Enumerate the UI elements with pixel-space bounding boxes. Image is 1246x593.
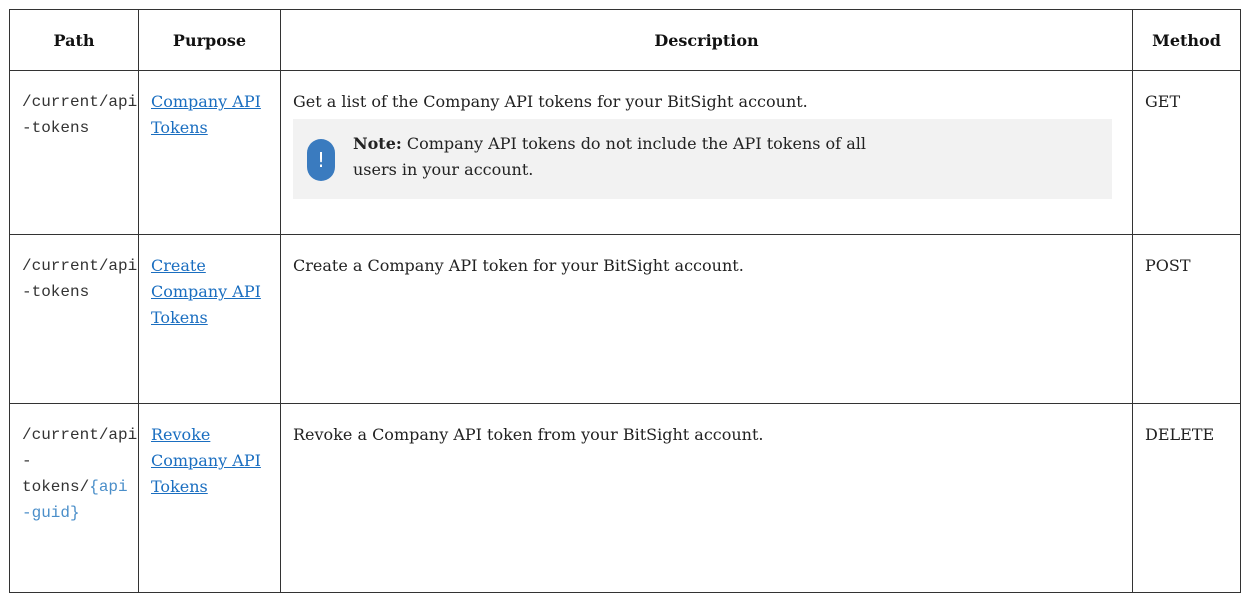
description-text: Create a Company API token for your BitS…: [293, 256, 744, 275]
path-cell: /current/api -tokens/{api -guid}: [9, 403, 139, 593]
purpose-cell: Revoke Company API Tokens: [138, 403, 281, 593]
description-cell: Get a list of the Company API tokens for…: [280, 70, 1133, 235]
path-text: -tokens: [22, 119, 90, 137]
revoke-company-api-tokens-link[interactable]: Revoke Company API Tokens: [151, 425, 261, 496]
description-text: Revoke a Company API token from your Bit…: [293, 425, 764, 444]
header-purpose: Purpose: [138, 9, 281, 71]
path-text: /current/api: [22, 257, 138, 275]
table-row: /current/api -tokens Create Company API …: [9, 234, 1241, 404]
path-text: -tokens/: [22, 452, 90, 496]
note-content: Note: Company API tokens do not include …: [353, 131, 873, 183]
description-cell: Create a Company API token for your BitS…: [280, 234, 1133, 404]
path-text: /current/api: [22, 93, 138, 111]
company-api-tokens-link[interactable]: Company API Tokens: [151, 92, 261, 137]
api-endpoints-table: Path Purpose Description Method /current…: [9, 9, 1241, 593]
path-text: /current/api: [22, 426, 138, 444]
path-text: -tokens: [22, 283, 90, 301]
table-row: /current/api -tokens Company API Tokens …: [9, 70, 1241, 235]
header-path: Path: [9, 9, 139, 71]
purpose-cell: Company API Tokens: [138, 70, 281, 235]
method-cell: GET: [1132, 70, 1241, 235]
method-cell: DELETE: [1132, 403, 1241, 593]
path-cell: /current/api -tokens: [9, 70, 139, 235]
path-text-with-param: -tokens/{api: [22, 448, 128, 500]
note-box: ! Note: Company API tokens do not includ…: [293, 119, 1112, 199]
exclamation-icon: !: [307, 139, 335, 181]
path-cell: /current/api -tokens: [9, 234, 139, 404]
header-description: Description: [280, 9, 1133, 71]
path-param: {api: [89, 478, 128, 496]
description-text: Get a list of the Company API tokens for…: [293, 92, 808, 111]
table-row: /current/api -tokens/{api -guid} Revoke …: [9, 403, 1241, 593]
purpose-cell: Create Company API Tokens: [138, 234, 281, 404]
path-param: -guid}: [22, 504, 80, 522]
note-text: Company API tokens do not include the AP…: [353, 134, 866, 179]
note-label: Note:: [353, 134, 402, 153]
method-cell: POST: [1132, 234, 1241, 404]
description-cell: Revoke a Company API token from your Bit…: [280, 403, 1133, 593]
header-method: Method: [1132, 9, 1241, 71]
create-company-api-tokens-link[interactable]: Create Company API Tokens: [151, 256, 261, 327]
api-table-container: Path Purpose Description Method /current…: [9, 9, 1241, 593]
table-header-row: Path Purpose Description Method: [9, 9, 1241, 71]
